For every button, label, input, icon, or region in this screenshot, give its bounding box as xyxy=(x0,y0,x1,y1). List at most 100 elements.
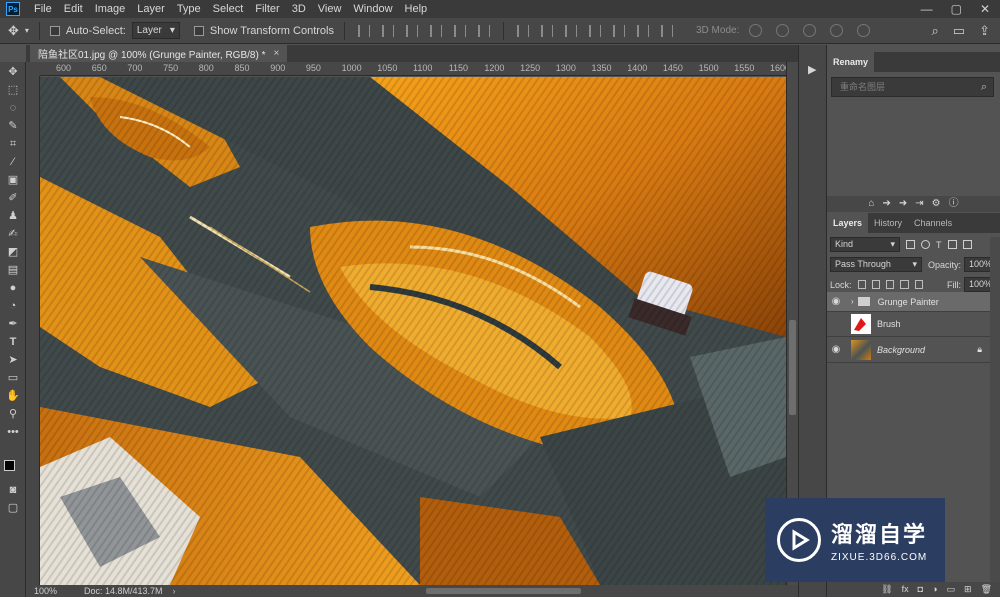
align-vcenter-icon[interactable] xyxy=(382,24,394,37)
chevron-right-icon[interactable]: › xyxy=(173,586,176,596)
info-icon[interactable]: ⓘ xyxy=(949,196,959,212)
layer-row-brush[interactable]: ◉ Brush xyxy=(827,311,990,337)
menu-file[interactable]: File xyxy=(28,0,58,18)
align-right-icon[interactable] xyxy=(478,24,490,37)
new-layer-icon[interactable]: ⊞ xyxy=(964,582,972,597)
auto-select-checkbox[interactable] xyxy=(49,25,60,36)
move-tool-icon[interactable]: ✥ xyxy=(4,64,22,80)
chevron-right-icon[interactable]: › xyxy=(851,297,854,306)
lock-pixels-icon[interactable] xyxy=(871,280,881,289)
filter-adjustment-icon[interactable] xyxy=(921,240,930,249)
eraser-tool-icon[interactable]: ◩ xyxy=(4,244,22,260)
tab-history[interactable]: History xyxy=(868,213,908,233)
menu-window[interactable]: Window xyxy=(347,0,398,18)
path-select-tool-icon[interactable]: ➤ xyxy=(4,352,22,368)
filter-smart-icon[interactable] xyxy=(962,240,972,249)
workspace-icon[interactable]: ▭ xyxy=(953,23,965,39)
share-icon[interactable]: ⇪ xyxy=(979,23,990,39)
tab-layers[interactable]: Layers xyxy=(827,213,869,233)
menu-type[interactable]: Type xyxy=(171,0,207,18)
tab-renamy[interactable]: Renamy xyxy=(827,52,875,72)
type-tool-icon[interactable]: T xyxy=(4,334,22,350)
show-transform-checkbox[interactable] xyxy=(193,25,204,36)
adjustment-layer-icon[interactable]: ◑ xyxy=(932,582,937,597)
visibility-eye-icon[interactable]: ◉ xyxy=(827,344,845,355)
zoom-tool-icon[interactable]: ⚲ xyxy=(4,406,22,422)
scrollbar-thumb[interactable] xyxy=(789,320,796,415)
3d-roll-icon[interactable] xyxy=(776,24,790,37)
dodge-tool-icon[interactable]: ◔ xyxy=(4,298,22,314)
blur-tool-icon[interactable]: ● xyxy=(4,280,22,296)
align-bottom-icon[interactable] xyxy=(406,24,418,37)
visibility-eye-icon[interactable]: ◉ xyxy=(827,296,845,307)
fx-icon[interactable]: fx xyxy=(902,582,909,597)
frame-tool-icon[interactable]: ▣ xyxy=(4,172,22,188)
new-group-icon[interactable]: ▭ xyxy=(947,582,956,597)
move-tool-icon[interactable]: ✥ xyxy=(8,23,19,39)
settings-icon[interactable]: ⚙ xyxy=(932,196,941,212)
3d-orbit-icon[interactable] xyxy=(749,24,763,37)
visibility-eye-off-icon[interactable]: ◉ xyxy=(827,318,845,329)
tab-channels[interactable]: Channels xyxy=(908,213,958,233)
menu-view[interactable]: View xyxy=(312,0,348,18)
close-icon[interactable]: × xyxy=(273,48,279,59)
document-canvas[interactable] xyxy=(40,77,786,585)
search-icon[interactable]: ⌕ xyxy=(981,78,987,96)
distribute-left-icon[interactable] xyxy=(589,24,601,37)
layers-scrollbar[interactable] xyxy=(990,237,1000,582)
distribute-vcenter-icon[interactable] xyxy=(541,24,553,37)
shape-tool-icon[interactable]: ▭ xyxy=(4,370,22,386)
horizontal-scrollbar-thumb[interactable] xyxy=(426,588,581,594)
filter-type-icon[interactable]: T xyxy=(936,240,942,250)
close-icon[interactable]: ✕ xyxy=(980,2,990,16)
menu-edit[interactable]: Edit xyxy=(58,0,89,18)
distribute-top-icon[interactable] xyxy=(517,24,529,37)
trash-icon[interactable]: 🗑︎ xyxy=(981,582,992,597)
convert-icon[interactable]: ⌂ xyxy=(868,196,874,212)
screen-mode-icon[interactable]: ▢ xyxy=(4,500,22,516)
auto-align-icon[interactable] xyxy=(661,24,673,37)
foreground-color-swatch[interactable] xyxy=(4,460,15,471)
distribute-right-icon[interactable] xyxy=(637,24,649,37)
menu-help[interactable]: Help xyxy=(399,0,434,18)
align-hcenter-icon[interactable] xyxy=(454,24,466,37)
layer-row-grunge-painter[interactable]: ◉ › Grunge Painter xyxy=(827,292,990,312)
menu-select[interactable]: Select xyxy=(207,0,250,18)
more-tools-icon[interactable]: ••• xyxy=(4,424,22,440)
quick-mask-icon[interactable]: ◙ xyxy=(4,482,22,498)
menu-filter[interactable]: Filter xyxy=(249,0,285,18)
add-mask-icon[interactable]: ◘ xyxy=(918,582,923,597)
filter-kind-select[interactable]: Kind ▾ xyxy=(830,237,900,252)
quick-select-tool-icon[interactable]: ✎ xyxy=(4,118,22,134)
lock-transparent-icon[interactable] xyxy=(857,280,866,289)
play-icon[interactable]: ▶ xyxy=(808,63,816,76)
3d-pan-icon[interactable] xyxy=(803,24,817,37)
forward-icon[interactable]: ➜ xyxy=(899,196,907,212)
stamp-tool-icon[interactable]: ♟ xyxy=(4,208,22,224)
pen-tool-icon[interactable]: ✒ xyxy=(4,316,22,332)
lock-position-icon[interactable] xyxy=(886,280,895,289)
search-icon[interactable]: ⌕ xyxy=(932,23,939,39)
gradient-tool-icon[interactable]: ▤ xyxy=(4,262,22,278)
maximize-icon[interactable]: ▢ xyxy=(951,2,962,16)
3d-slide-icon[interactable] xyxy=(830,24,844,37)
brush-tool-icon[interactable]: ✐ xyxy=(4,190,22,206)
distribute-hcenter-icon[interactable] xyxy=(613,24,625,37)
filter-pixel-icon[interactable] xyxy=(906,240,915,249)
hand-tool-icon[interactable]: ✋ xyxy=(4,388,22,404)
lock-all-icon[interactable] xyxy=(914,280,923,289)
lasso-tool-icon[interactable]: ◌ xyxy=(4,100,22,116)
distribute-bottom-icon[interactable] xyxy=(565,24,577,37)
crop-tool-icon[interactable]: ⌗ xyxy=(4,136,22,152)
filter-shape-icon[interactable] xyxy=(947,240,957,249)
layer-row-background[interactable]: ◉ Background 🔒︎ xyxy=(827,337,990,363)
link-layers-icon[interactable]: ⛓ xyxy=(881,582,892,597)
menu-image[interactable]: Image xyxy=(89,0,132,18)
marquee-tool-icon[interactable]: ⬚ xyxy=(4,82,22,98)
history-brush-tool-icon[interactable]: ✍ xyxy=(4,226,22,242)
3d-scale-icon[interactable] xyxy=(857,24,871,37)
arrow-right-icon[interactable]: ➔ xyxy=(882,196,890,212)
align-left-icon[interactable] xyxy=(430,24,442,37)
minimize-icon[interactable]: — xyxy=(921,2,933,16)
eyedropper-tool-icon[interactable]: ⁄ xyxy=(4,154,22,170)
